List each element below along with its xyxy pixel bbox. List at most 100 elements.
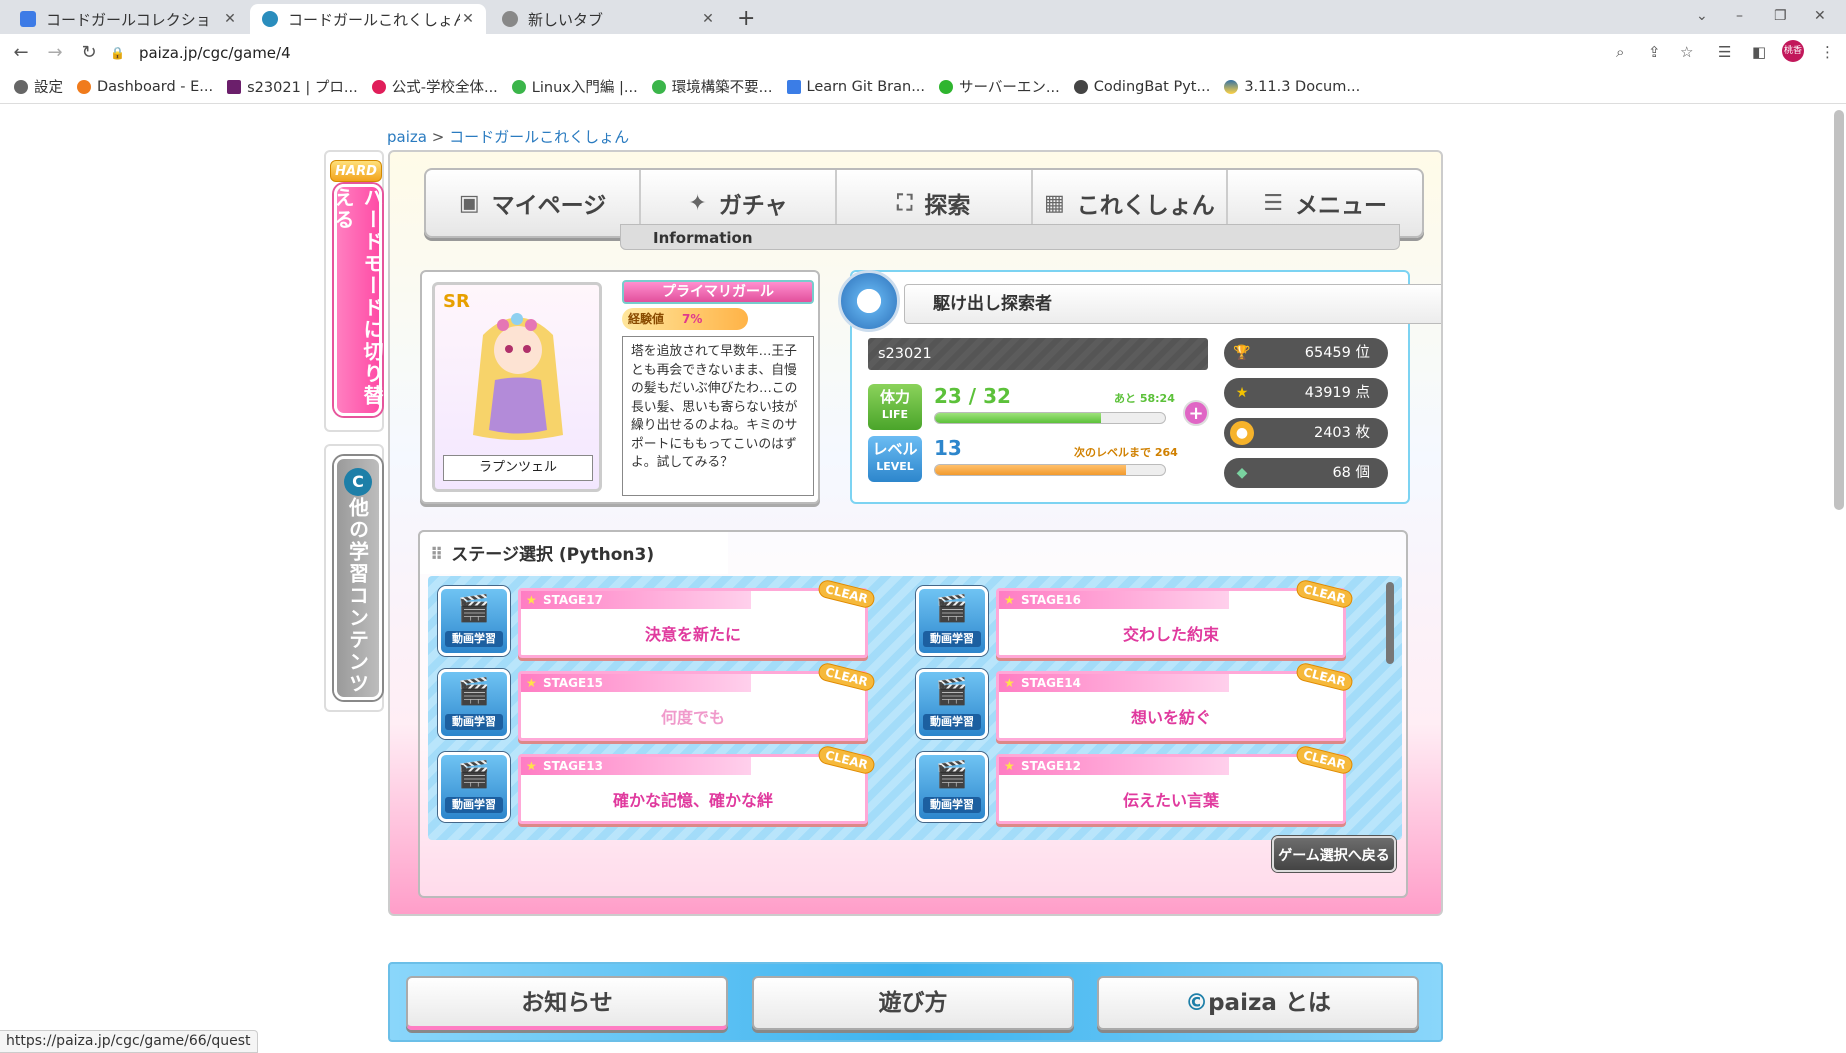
profile-avatar[interactable]: 桃香 xyxy=(1782,40,1804,62)
video-lesson-button[interactable]: 🎬 動画学習 xyxy=(438,586,510,656)
breadcrumb-root-link[interactable]: paiza xyxy=(387,128,427,146)
add-life-button[interactable]: + xyxy=(1183,400,1209,426)
bookmarks-bar: 設定 Dashboard - E... s23021 | プロ... 公式-学校… xyxy=(0,70,1846,104)
stage-card[interactable]: STAGE16 CLEAR 交わした約束 xyxy=(996,578,1355,658)
more-menu-icon[interactable]: ⋮ xyxy=(1820,43,1835,61)
how-to-play-button[interactable]: 遊び方 xyxy=(752,976,1074,1030)
video-icon: 🎬 xyxy=(457,760,491,790)
close-icon[interactable]: ✕ xyxy=(700,11,716,27)
coins-value: 2403 枚 xyxy=(1313,425,1370,441)
news-button[interactable]: お知らせ xyxy=(406,976,728,1030)
stage-number: STAGE16 xyxy=(999,591,1229,609)
video-lesson-button[interactable]: 🎬 動画学習 xyxy=(438,669,510,739)
breadcrumb-current-link[interactable]: コードガールこれくしょん xyxy=(449,128,629,146)
other-contents-label: 他の学習コンテンツ xyxy=(345,497,370,695)
level-sub: LEVEL xyxy=(876,460,914,473)
level-label-text: レベル xyxy=(872,440,918,458)
grip-icon: ⠿ xyxy=(430,545,444,565)
video-lesson-label: 動画学習 xyxy=(445,797,503,813)
reload-icon[interactable]: ↻ xyxy=(72,42,106,63)
video-lesson-button[interactable]: 🎬 動画学習 xyxy=(438,752,510,822)
bookmark-item[interactable]: 環境構築不要... xyxy=(651,76,773,97)
bookmark-item[interactable]: Linux入門編 |... xyxy=(511,76,638,97)
points-stat: ★ 43919 点 xyxy=(1224,378,1388,408)
bookmark-item[interactable]: 設定 xyxy=(14,76,63,97)
game-frame: ▣ マイページ ✦ ガチャ ⛶ 探索 ▦ これくしょん ☰ メニュー Informatio… xyxy=(388,150,1443,916)
bottom-bar: お知らせ 遊び方 ©paiza とは xyxy=(388,962,1443,1042)
video-lesson-button[interactable]: 🎬 動画学習 xyxy=(916,669,988,739)
back-to-game-select-button[interactable]: ゲーム選択へ戻る xyxy=(1272,836,1396,872)
slack-icon xyxy=(371,79,386,94)
new-tab-icon[interactable]: + xyxy=(737,6,755,31)
restore-icon[interactable]: ❐ xyxy=(1774,8,1787,24)
reading-list-icon[interactable]: ☰ xyxy=(1718,43,1731,61)
tab-search-icon[interactable]: ⌄ xyxy=(1696,8,1708,24)
browser-tab-active[interactable]: コードガールこれくしょん ✕ xyxy=(250,4,486,34)
close-icon[interactable]: ✕ xyxy=(460,11,476,27)
video-lesson-label: 動画学習 xyxy=(445,631,503,647)
next-level-note: 次のレベルまで 264 xyxy=(1074,446,1178,459)
star-icon[interactable]: ☆ xyxy=(1680,43,1693,61)
clear-badge: CLEAR xyxy=(1294,578,1355,610)
back-icon[interactable]: ← xyxy=(4,42,38,63)
video-icon: 🎬 xyxy=(457,594,491,624)
bookmark-item[interactable]: サーバーエン... xyxy=(939,76,1060,97)
bookmark-item[interactable]: s23021 | プロ... xyxy=(227,76,358,97)
about-paiza-button[interactable]: ©paiza とは xyxy=(1097,976,1419,1030)
close-icon[interactable]: ✕ xyxy=(222,11,238,27)
stage-card[interactable]: STAGE12 CLEAR 伝えたい言葉 xyxy=(996,744,1355,824)
life-label: 体力 LIFE xyxy=(868,384,922,430)
stage-card[interactable]: STAGE13 CLEAR 確かな記憶、確かな絆 xyxy=(518,744,877,824)
nav-label: 探索 xyxy=(924,193,971,219)
stage-card[interactable]: STAGE17 CLEAR 決意を新たに xyxy=(518,578,877,658)
character-panel: SR ラプンツェル プライマリガール 経験値 7% 塔を追放されて早数年…王子とも… xyxy=(420,270,820,504)
tab-favicon-icon xyxy=(502,11,518,27)
bookmark-item[interactable]: 公式-学校全体... xyxy=(371,76,498,97)
stage-name: 交わした約束 xyxy=(1122,625,1219,644)
breadcrumb-separator: > xyxy=(431,128,445,146)
status-header: 駆け出し探索者 ♛ xyxy=(838,270,1441,332)
clear-badge: CLEAR xyxy=(816,578,877,610)
rank-stat: 🏆 65459 位 xyxy=(1224,338,1388,368)
bookmark-item[interactable]: CodingBat Pyt... xyxy=(1073,78,1211,95)
bookmark-item[interactable]: Dashboard - E... xyxy=(77,79,213,95)
breadcrumb: paiza > コードガールこれくしょん xyxy=(387,126,629,147)
level-value: 13 xyxy=(934,436,962,460)
star-icon: ★ xyxy=(1235,385,1249,401)
browser-tab[interactable]: 新しいタブ ✕ xyxy=(490,4,726,34)
character-card[interactable]: SR ラプンツェル xyxy=(432,282,602,492)
stage-card[interactable]: STAGE14 CLEAR 想いを紡ぐ xyxy=(996,661,1355,741)
stage-name: 決意を新たに xyxy=(644,625,741,644)
zoom-icon[interactable]: ⌕ xyxy=(1616,43,1624,61)
bookmark-item[interactable]: 3.11.3 Docum... xyxy=(1224,79,1360,95)
clear-badge: CLEAR xyxy=(816,744,877,776)
bookmark-item[interactable]: Learn Git Bran... xyxy=(786,79,925,95)
stage-scrollbar[interactable] xyxy=(1386,582,1394,664)
nav-mypage[interactable]: ▣ マイページ xyxy=(426,170,642,236)
character-name: ラプンツェル xyxy=(443,455,593,481)
video-lesson-button[interactable]: 🎬 動画学習 xyxy=(916,586,988,656)
stage-list[interactable]: 🎬 動画学習 STAGE17 CLEAR 決意を新たに 🎬 動画学習 STAGE16 CL… xyxy=(428,576,1402,840)
forward-icon[interactable]: → xyxy=(38,42,72,63)
bookmark-label: CodingBat Pyt... xyxy=(1093,78,1211,95)
grid-icon: ▦ xyxy=(1043,190,1065,216)
lock-icon: 🔒 xyxy=(110,46,125,60)
side-panel-icon[interactable]: ◧ xyxy=(1752,43,1766,61)
information-bar[interactable]: Information xyxy=(620,224,1400,250)
minimize-icon[interactable]: – xyxy=(1736,8,1743,24)
mypage-icon: ▣ xyxy=(458,190,480,216)
page-scrollbar[interactable] xyxy=(1834,110,1844,510)
share-icon[interactable]: ⇪ xyxy=(1648,43,1661,61)
exp-label: 経験値 xyxy=(628,312,665,326)
hard-mode-button[interactable]: ハードモードに切り替える xyxy=(331,184,384,416)
stage-card[interactable]: STAGE15 CLEAR 何度でも xyxy=(518,661,877,741)
tab-title: コードガールコレクショ xyxy=(46,10,211,29)
tab-favicon-icon xyxy=(262,11,278,27)
address-bar[interactable]: 🔒 paiza.jp/cgc/game/4 xyxy=(110,40,291,66)
window-close-icon[interactable]: ✕ xyxy=(1814,8,1826,24)
browser-tab[interactable]: コードガールコレクショ ✕ xyxy=(8,4,248,34)
video-lesson-button[interactable]: 🎬 動画学習 xyxy=(916,752,988,822)
life-bar-fill xyxy=(935,413,1101,423)
list-icon: ☰ xyxy=(1263,190,1283,216)
link-status-bar: https://paiza.jp/cgc/game/66/quest xyxy=(0,1030,258,1053)
